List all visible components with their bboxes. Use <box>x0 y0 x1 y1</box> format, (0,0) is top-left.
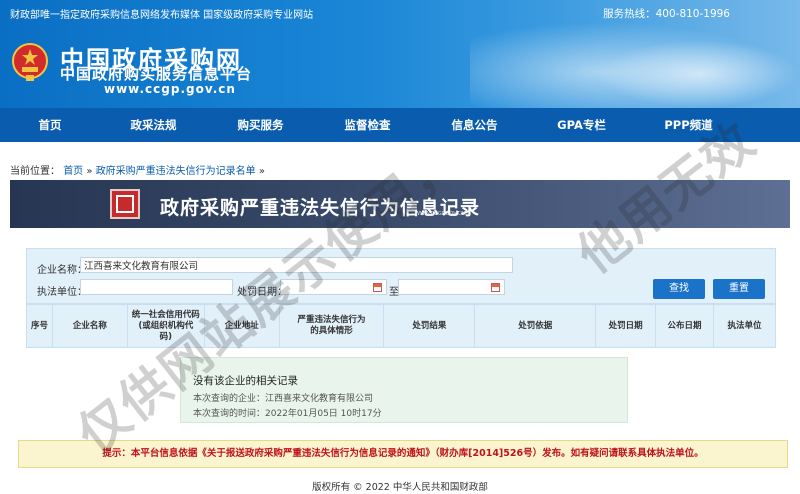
breadcrumb-separator: » <box>86 166 93 177</box>
breadcrumb-home-link[interactable]: 首页 <box>63 166 83 177</box>
calendar-icon[interactable] <box>491 283 500 292</box>
penalty-date-to-input[interactable] <box>398 279 505 295</box>
column-header: 执法单位 <box>713 304 776 348</box>
nav-item-home[interactable]: 首页 <box>0 108 100 142</box>
search-button[interactable]: 查找 <box>653 279 705 299</box>
table-header-row: 序号 企业名称 统一社会信用代码 (或组织机构代 码) 企业地址 严重违法失信行… <box>26 304 776 348</box>
nav-item-gpa[interactable]: GPA专栏 <box>528 108 635 142</box>
national-emblem-icon <box>12 43 48 81</box>
breadcrumb-current-link[interactable]: 政府采购严重违法失信行为记录名单 <box>96 166 256 177</box>
banner-cloud <box>600 40 800 108</box>
site-logo-url: www.ccgp.gov.cn <box>104 82 236 96</box>
query-company-line: 本次查询的企业：江西喜来文化教育有限公司 <box>193 394 374 404</box>
notice-tip: 提示：本平台信息依据《关于报送政府采购严重违法失信行为信息记录的通知》（财办库[… <box>18 440 788 468</box>
seal-icon <box>110 189 140 219</box>
page: 财政部唯一指定政府采购信息网络发布媒体 国家级政府采购专业网站 服务热线：400… <box>0 0 800 494</box>
query-time-line: 本次查询的时间：2022年01月05日 10时17分 <box>193 409 382 419</box>
copyright-footer: 版权所有 © 2022 中华人民共和国财政部 <box>312 482 488 493</box>
nav-item-regulations[interactable]: 政采法规 <box>100 108 207 142</box>
service-hotline: 服务热线：400-810-1996 <box>603 8 730 20</box>
nav-item-purchase-services[interactable]: 购买服务 <box>207 108 314 142</box>
column-header: 处罚依据 <box>474 304 597 348</box>
breadcrumb: 当前位置： 首页 » 政府采购严重违法失信行为记录名单 » <box>10 162 265 177</box>
breadcrumb-prefix: 当前位置： <box>10 166 60 177</box>
site-tagline: 财政部唯一指定政府采购信息网络发布媒体 国家级政府采购专业网站 <box>10 10 314 21</box>
column-header: 序号 <box>26 304 53 348</box>
column-header: 处罚日期 <box>595 304 657 348</box>
column-header: 公布日期 <box>655 304 714 348</box>
search-panel: 企业名称： 执法单位： 处罚日期： 至 查找 重置 <box>26 248 776 304</box>
calendar-icon[interactable] <box>373 283 382 292</box>
site-logo-subtitle: 中国政府购买服务信息平台 <box>60 65 253 83</box>
column-header: 处罚结果 <box>383 304 476 348</box>
reset-button[interactable]: 重置 <box>713 279 765 299</box>
site-banner: 财政部唯一指定政府采购信息网络发布媒体 国家级政府采购专业网站 服务热线：400… <box>0 0 800 108</box>
no-result-notice: 没有该企业的相关记录 本次查询的企业：江西喜来文化教育有限公司 本次查询的时间：… <box>180 357 628 423</box>
breadcrumb-separator: » <box>258 166 265 177</box>
nav-item-supervision[interactable]: 监督检查 <box>314 108 421 142</box>
records-table: 序号 企业名称 统一社会信用代码 (或组织机构代 码) 企业地址 严重违法失信行… <box>26 304 776 348</box>
column-header: 企业名称 <box>51 304 128 348</box>
